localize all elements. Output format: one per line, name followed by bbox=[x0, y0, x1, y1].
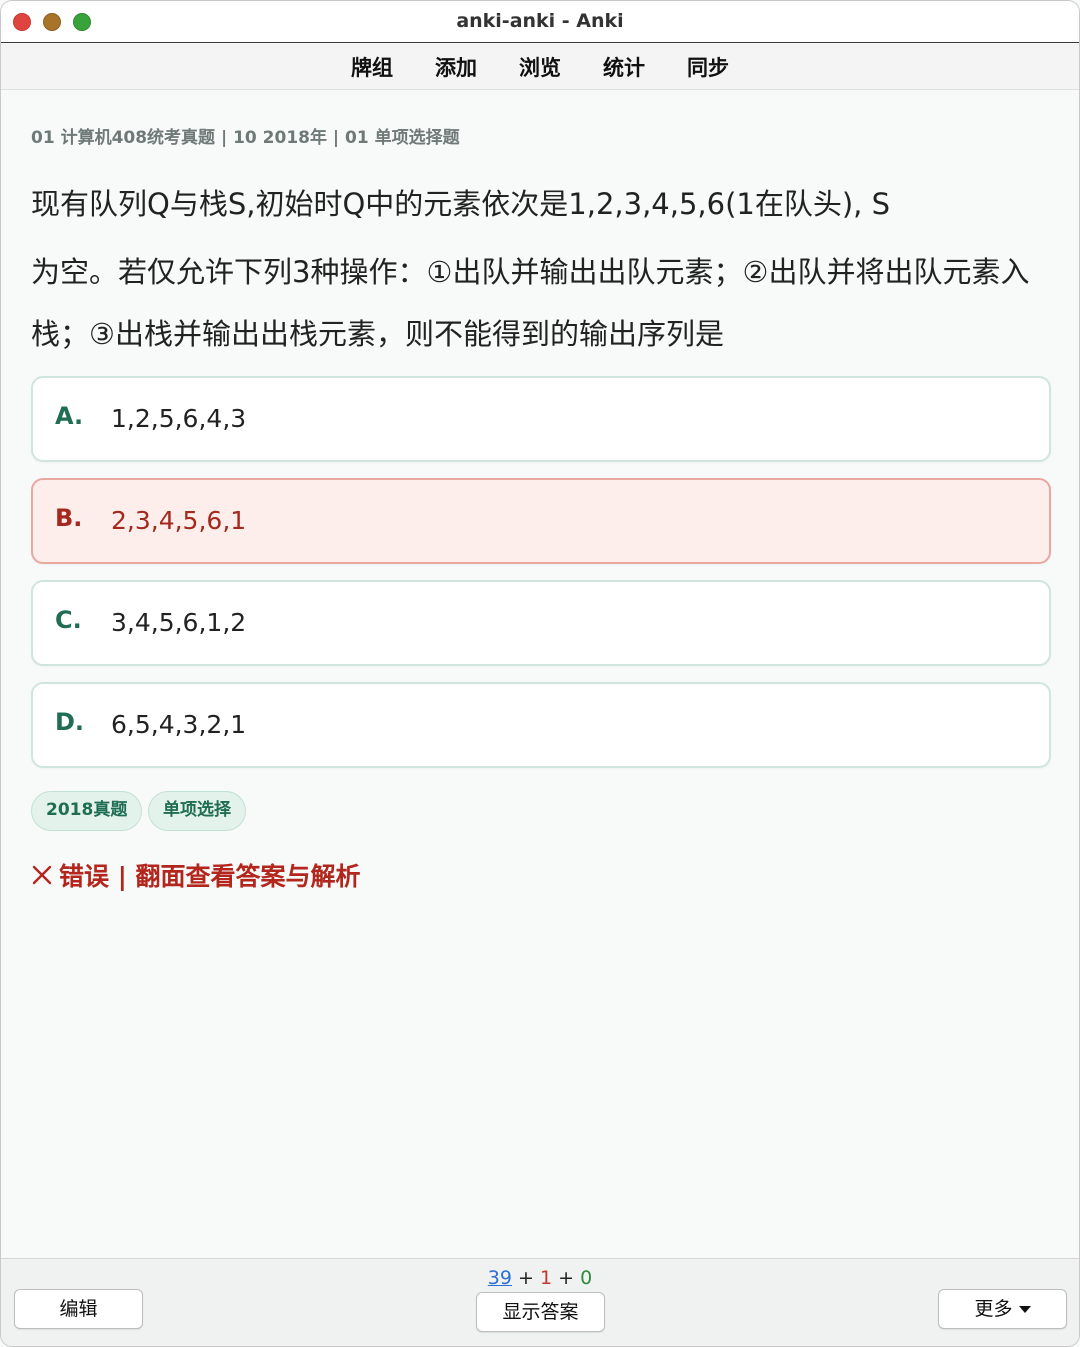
option-letter: B. bbox=[55, 504, 83, 532]
question-line-1: 现有队列Q与栈S,初始时Q中的元素依次是1,2,3,4,5,6(1在队头), S bbox=[31, 187, 890, 221]
tag-single-choice[interactable]: 单项选择 bbox=[148, 791, 246, 831]
question-text: 现有队列Q与栈S,初始时Q中的元素依次是1,2,3,4,5,6(1在队头), S… bbox=[31, 173, 1041, 365]
main-toolbar: 牌组 添加 浏览 统计 同步 bbox=[1, 44, 1079, 90]
learn-count: 1 bbox=[540, 1267, 553, 1289]
toolbar-decks[interactable]: 牌组 bbox=[351, 52, 393, 82]
toolbar-sync[interactable]: 同步 bbox=[687, 52, 729, 82]
window-title: anki-anki - Anki bbox=[456, 10, 624, 32]
edit-button[interactable]: 编辑 bbox=[14, 1289, 143, 1329]
option-d[interactable]: D. 6,5,4,3,2,1 bbox=[31, 682, 1051, 768]
option-text: 1,2,5,6,4,3 bbox=[111, 404, 247, 433]
close-x-icon bbox=[32, 865, 52, 885]
more-label: 更多 bbox=[974, 1298, 1013, 1320]
plus-sign: + bbox=[518, 1267, 534, 1289]
tag-2018[interactable]: 2018真题 bbox=[31, 791, 143, 831]
bottom-bar: 39 + 1 + 0 编辑 显示答案 更多 bbox=[1, 1258, 1079, 1346]
option-a[interactable]: A. 1,2,5,6,4,3 bbox=[31, 376, 1051, 462]
plus-sign: + bbox=[558, 1267, 575, 1289]
option-b[interactable]: B. 2,3,4,5,6,1 bbox=[31, 478, 1051, 564]
option-letter: A. bbox=[55, 402, 84, 430]
option-letter: C. bbox=[55, 606, 82, 634]
toolbar-stats[interactable]: 统计 bbox=[603, 52, 645, 82]
question-line-rest: 为空。若仅允许下列3种操作：①出队并输出出队元素；②出队并将出队元素入栈；③出栈… bbox=[31, 255, 1030, 351]
toolbar-browse[interactable]: 浏览 bbox=[519, 52, 561, 82]
result-text: 错误 | 翻面查看答案与解析 bbox=[59, 862, 361, 891]
caret-down-icon bbox=[1018, 1306, 1031, 1313]
anki-window: anki-anki - Anki 牌组 添加 浏览 统计 同步 01 计算机40… bbox=[0, 0, 1080, 1347]
option-text: 6,5,4,3,2,1 bbox=[111, 710, 247, 739]
card-counts: 39 + 1 + 0 bbox=[1, 1267, 1079, 1289]
option-c[interactable]: C. 3,4,5,6,1,2 bbox=[31, 580, 1051, 666]
option-text: 2,3,4,5,6,1 bbox=[111, 506, 247, 535]
toolbar-add[interactable]: 添加 bbox=[435, 52, 477, 82]
deck-breadcrumb: 01 计算机408统考真题 | 10 2018年 | 01 单项选择题 bbox=[31, 128, 460, 148]
title-bar: anki-anki - Anki bbox=[1, 1, 1079, 43]
show-answer-button[interactable]: 显示答案 bbox=[476, 1292, 605, 1332]
option-letter: D. bbox=[55, 708, 85, 736]
more-button[interactable]: 更多 bbox=[938, 1289, 1067, 1329]
result-message: 错误 | 翻面查看答案与解析 bbox=[31, 857, 361, 893]
option-text: 3,4,5,6,1,2 bbox=[111, 608, 247, 637]
new-count[interactable]: 39 bbox=[488, 1267, 512, 1289]
review-count: 0 bbox=[580, 1267, 593, 1289]
